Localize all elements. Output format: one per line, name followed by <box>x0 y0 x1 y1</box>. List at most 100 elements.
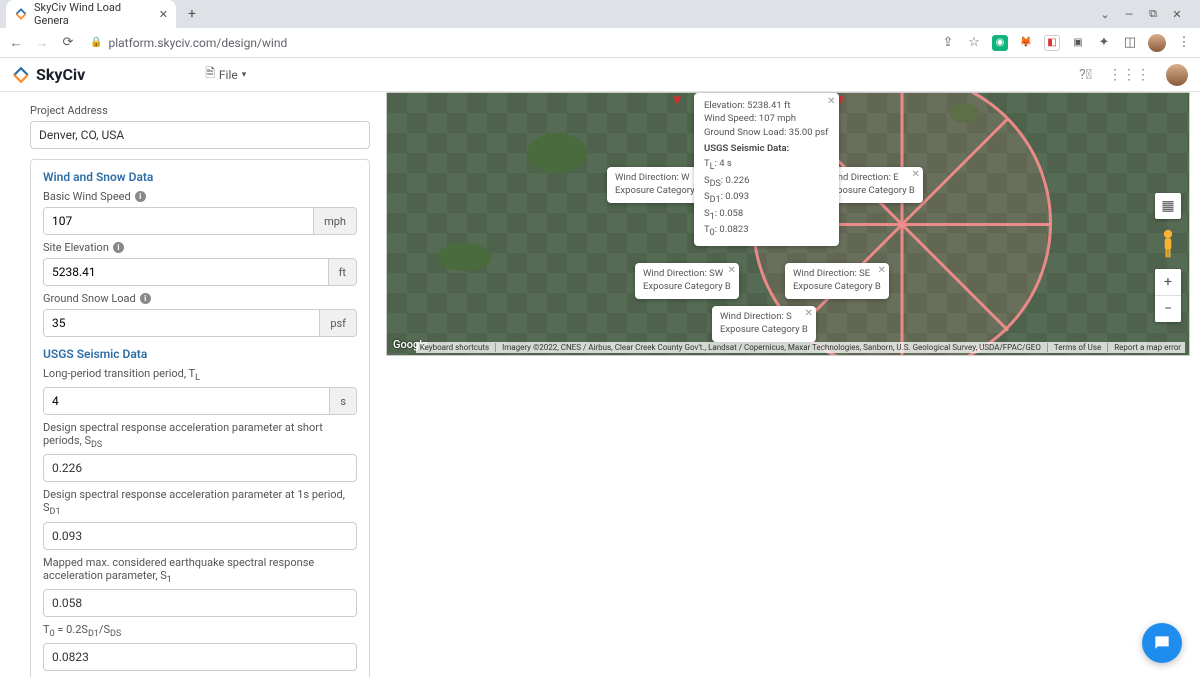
logo-icon <box>12 66 30 84</box>
chat-support-button[interactable] <box>1142 623 1182 663</box>
map-wrap: ▼ ▼ ▼ ▼ ▼ ✕ Wind Direction: WExposure Ca… <box>380 92 1200 677</box>
main-content: Project Address Wind and Snow Data Basic… <box>0 92 1200 677</box>
close-icon[interactable]: ✕ <box>877 264 885 278</box>
unit-mph: mph <box>313 208 356 234</box>
app-logo[interactable]: SkyCiv <box>12 65 85 84</box>
zoom-in-button[interactable]: + <box>1155 269 1181 295</box>
pegman-icon[interactable] <box>1158 229 1178 259</box>
usgs-heading: USGS Seismic Data <box>43 347 357 361</box>
site-elevation-label: Site Elevation i <box>43 241 357 254</box>
user-avatar[interactable] <box>1166 64 1188 86</box>
window-restore-icon[interactable]: ⧉ <box>1142 7 1164 21</box>
tab-close-icon[interactable]: ✕ <box>159 8 168 21</box>
imagery-attribution: Imagery ©2022, CNES / Airbus, Clear Cree… <box>502 343 1048 352</box>
close-icon[interactable]: ✕ <box>827 95 835 109</box>
report-map-error-link[interactable]: Report a map error <box>1114 343 1181 352</box>
ground-snow-load-label: Ground Snow Load i <box>43 292 357 305</box>
project-address-label: Project Address <box>30 104 370 117</box>
map-marker-icon: ▼ <box>670 92 684 109</box>
ext-icon-3[interactable]: ◧ <box>1044 35 1060 51</box>
bookmark-icon[interactable]: ☆ <box>966 35 982 50</box>
info-icon[interactable]: i <box>140 293 151 304</box>
window-close-icon[interactable]: ✕ <box>1166 8 1188 21</box>
map-attribution: Keyboard shortcuts Imagery ©2022, CNES /… <box>416 342 1185 353</box>
map-terrain <box>437 243 492 271</box>
file-menu[interactable]: 🗎 File ▾ <box>205 64 246 85</box>
url-box[interactable]: 🔒 platform.skyciv.com/design/wind <box>90 36 287 50</box>
close-icon[interactable]: ✕ <box>804 307 812 321</box>
lock-icon: 🔒 <box>90 37 102 48</box>
window-chevron-icon[interactable]: ⌄ <box>1094 8 1116 21</box>
info-icon[interactable]: i <box>113 242 124 253</box>
unit-s: s <box>329 388 356 414</box>
ext-icon-2[interactable]: 🦊 <box>1018 35 1034 51</box>
app-header-right: ?⃝ ⋮⋮⋮ <box>1079 64 1188 86</box>
project-address-input[interactable] <box>30 121 370 149</box>
sidebar-form: Project Address Wind and Snow Data Basic… <box>20 92 380 677</box>
chevron-down-icon: ▾ <box>242 70 247 80</box>
map-canvas[interactable]: ▼ ▼ ▼ ▼ ▼ ✕ Wind Direction: WExposure Ca… <box>386 92 1190 356</box>
app-header: SkyCiv 🗎 File ▾ ?⃝ ⋮⋮⋮ <box>0 58 1200 92</box>
url-text: platform.skyciv.com/design/wind <box>108 36 287 50</box>
nav-forward-icon[interactable]: → <box>34 35 50 51</box>
tl-input[interactable]: s <box>43 387 357 415</box>
apps-grid-icon[interactable]: ⋮⋮⋮ <box>1108 67 1150 83</box>
ext-icon-1[interactable]: ◉ <box>992 35 1008 51</box>
help-icon[interactable]: ?⃝ <box>1079 67 1092 83</box>
nav-back-icon[interactable]: ← <box>8 35 24 51</box>
s1-label: Mapped max. considered earthquake spectr… <box>43 556 357 585</box>
zoom-out-button[interactable]: − <box>1155 296 1181 322</box>
sds-label: Design spectral response acceleration pa… <box>43 421 357 450</box>
basic-wind-speed-field[interactable] <box>44 208 313 234</box>
sd1-label: Design spectral response acceleration pa… <box>43 488 357 517</box>
reading-list-icon[interactable]: ◫ <box>1122 35 1138 50</box>
tl-label: Long-period transition period, TL <box>43 367 357 383</box>
keyboard-shortcuts-link[interactable]: Keyboard shortcuts <box>420 343 496 352</box>
address-bar: ← → ⟳ 🔒 platform.skyciv.com/design/wind … <box>0 28 1200 58</box>
basic-wind-speed-label: Basic Wind Speed i <box>43 190 357 203</box>
extensions-icon[interactable]: ✦ <box>1096 35 1112 50</box>
site-elevation-field[interactable] <box>44 259 328 285</box>
kebab-menu-icon[interactable]: ⋮ <box>1176 35 1192 50</box>
popup-site-data: ✕ Elevation: 5238.41 ft Wind Speed: 107 … <box>694 93 839 246</box>
tab-title: SkyCiv Wind Load Genera <box>34 1 153 27</box>
t0-input[interactable] <box>43 643 357 671</box>
unit-ft: ft <box>328 259 356 285</box>
ground-snow-load-input[interactable]: psf <box>43 309 357 337</box>
unit-psf: psf <box>319 310 356 336</box>
terms-link[interactable]: Terms of Use <box>1054 343 1108 352</box>
t0-label: T0 = 0.2SD1/SDS <box>43 623 357 639</box>
tl-field[interactable] <box>44 388 329 414</box>
addr-bar-right: ⇪ ☆ ◉ 🦊 ◧ ▣ ✦ ◫ ⋮ <box>940 34 1192 52</box>
profile-avatar[interactable] <box>1148 34 1166 52</box>
sds-input[interactable] <box>43 454 357 482</box>
browser-tab[interactable]: SkyCiv Wind Load Genera ✕ <box>6 0 176 28</box>
info-icon[interactable]: i <box>135 191 146 202</box>
tab-strip: SkyCiv Wind Load Genera ✕ + ⌄ — ⧉ ✕ <box>0 0 1200 28</box>
logo-text: SkyCiv <box>36 65 85 84</box>
panel-title: Wind and Snow Data <box>43 170 357 184</box>
site-elevation-input[interactable]: ft <box>43 258 357 286</box>
close-icon[interactable]: ✕ <box>911 168 919 182</box>
popup-wind-s: ✕ Wind Direction: SExposure Category B <box>712 306 816 342</box>
s1-input[interactable] <box>43 589 357 617</box>
sd1-input[interactable] <box>43 522 357 550</box>
file-menu-label: File <box>219 68 238 82</box>
browser-chrome: SkyCiv Wind Load Genera ✕ + ⌄ — ⧉ ✕ ← → … <box>0 0 1200 58</box>
tab-favicon <box>14 7 28 21</box>
wind-snow-panel: Wind and Snow Data Basic Wind Speed i mp… <box>30 159 370 677</box>
popup-wind-se: ✕ Wind Direction: SEExposure Category B <box>785 263 889 299</box>
close-icon[interactable]: ✕ <box>727 264 735 278</box>
ground-snow-load-field[interactable] <box>44 310 319 336</box>
map-layers-button[interactable]: ▦ <box>1155 193 1181 219</box>
file-icon: 🗎 <box>205 64 215 85</box>
zoom-controls: + − <box>1155 269 1181 322</box>
nav-reload-icon[interactable]: ⟳ <box>60 35 76 50</box>
ext-icon-4[interactable]: ▣ <box>1070 35 1086 51</box>
map-controls: ▦ + − <box>1155 193 1181 322</box>
window-minimize-icon[interactable]: — <box>1118 8 1140 21</box>
share-icon[interactable]: ⇪ <box>940 35 956 50</box>
new-tab-button[interactable]: + <box>182 6 202 22</box>
basic-wind-speed-input[interactable]: mph <box>43 207 357 235</box>
popup-wind-sw: ✕ Wind Direction: SWExposure Category B <box>635 263 739 299</box>
